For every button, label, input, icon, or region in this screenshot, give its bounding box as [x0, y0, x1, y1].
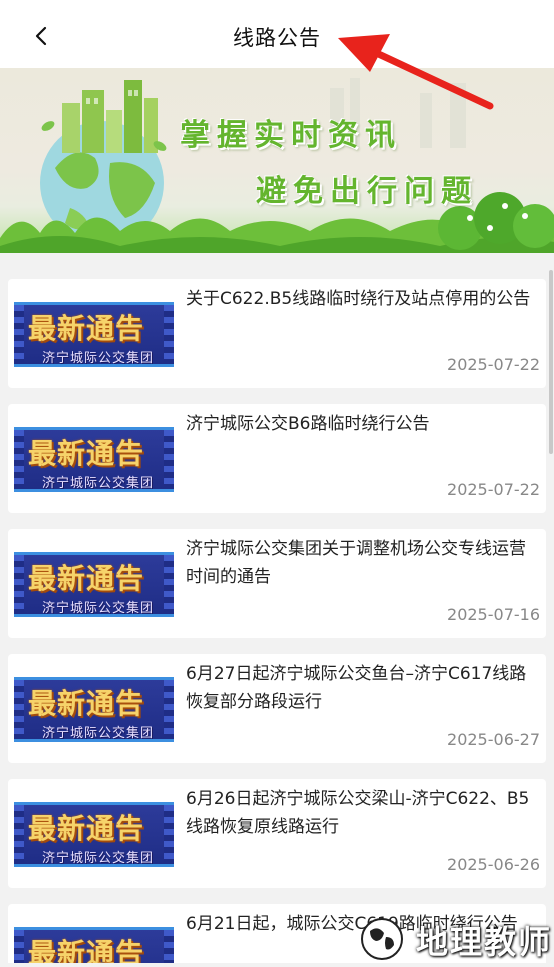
notice-card[interactable]: 最新通告 济宁城际公交集团 济宁城际公交B6路临时绕行公告 2025-07-22: [8, 404, 546, 513]
notice-title: 关于C622.B5线路临时绕行及站点停用的公告: [186, 289, 531, 309]
banner-slogan-line2: 避免出行问题: [256, 174, 478, 209]
notice-thumbnail: 最新通告 济宁城际公交集团: [14, 427, 174, 492]
notice-date: 2025-06-26: [447, 855, 540, 874]
globe-logo-icon: [361, 918, 403, 960]
thumbnail-headline: 最新通告: [28, 687, 145, 720]
watermark-text: 地理教师: [416, 923, 553, 961]
thumbnail-subtitle: 济宁城际公交集团: [42, 726, 155, 741]
notice-title: 济宁城际公交B6路临时绕行公告: [186, 414, 430, 434]
thumbnail-subtitle: 济宁城际公交集团: [42, 351, 155, 366]
scrollbar[interactable]: [549, 270, 553, 454]
notice-thumbnail: 最新通告 济宁城际公交集团: [14, 802, 174, 867]
notice-title: 济宁城际公交集团关于调整机场公交专线运营时间的通告: [186, 539, 526, 587]
thumbnail-subtitle: 济宁城际公交集团: [42, 851, 155, 866]
notice-date: 2025-07-22: [447, 480, 540, 499]
notice-card[interactable]: 最新通告 济宁城际公交集团 6月26日起济宁城际公交梁山-济宁C622、B5线路…: [8, 779, 546, 888]
notice-thumbnail: 最新通告 济宁城际公交集团: [14, 552, 174, 617]
notice-card[interactable]: 最新通告 济宁城际公交集团 6月27日起济宁城际公交鱼台–济宁C617线路恢复部…: [8, 654, 546, 763]
thumbnail-headline: 最新通告: [28, 812, 145, 845]
notice-title: 6月27日起济宁城际公交鱼台–济宁C617线路恢复部分路段运行: [186, 664, 527, 712]
thumbnail-headline: 最新通告: [28, 437, 145, 470]
notice-date: 2025-07-16: [447, 605, 540, 624]
notice-thumbnail: 最新通告 济宁城际公交集团: [14, 677, 174, 742]
notice-date: 2025-06-27: [447, 730, 540, 749]
thumbnail-headline: 最新通告: [28, 937, 145, 963]
red-arrow-annotation: [338, 34, 494, 110]
notice-thumbnail: 最新通告 济宁城际公交集团: [14, 302, 174, 367]
watermark: 地理教师: [348, 913, 554, 963]
notice-thumbnail: 最新通告 济宁城际公交集团: [14, 927, 174, 963]
thumbnail-subtitle: 济宁城际公交集团: [42, 601, 155, 616]
thumbnail-headline: 最新通告: [28, 312, 145, 345]
thumbnail-subtitle: 济宁城际公交集团: [42, 476, 155, 491]
notice-card[interactable]: 最新通告 济宁城际公交集团 关于C622.B5线路临时绕行及站点停用的公告 20…: [8, 279, 546, 388]
notice-card[interactable]: 最新通告 济宁城际公交集团 济宁城际公交集团关于调整机场公交专线运营时间的通告 …: [8, 529, 546, 638]
notice-title: 6月26日起济宁城际公交梁山-济宁C622、B5线路恢复原线路运行: [186, 789, 530, 837]
thumbnail-headline: 最新通告: [28, 562, 145, 595]
notice-date: 2025-07-22: [447, 355, 540, 374]
